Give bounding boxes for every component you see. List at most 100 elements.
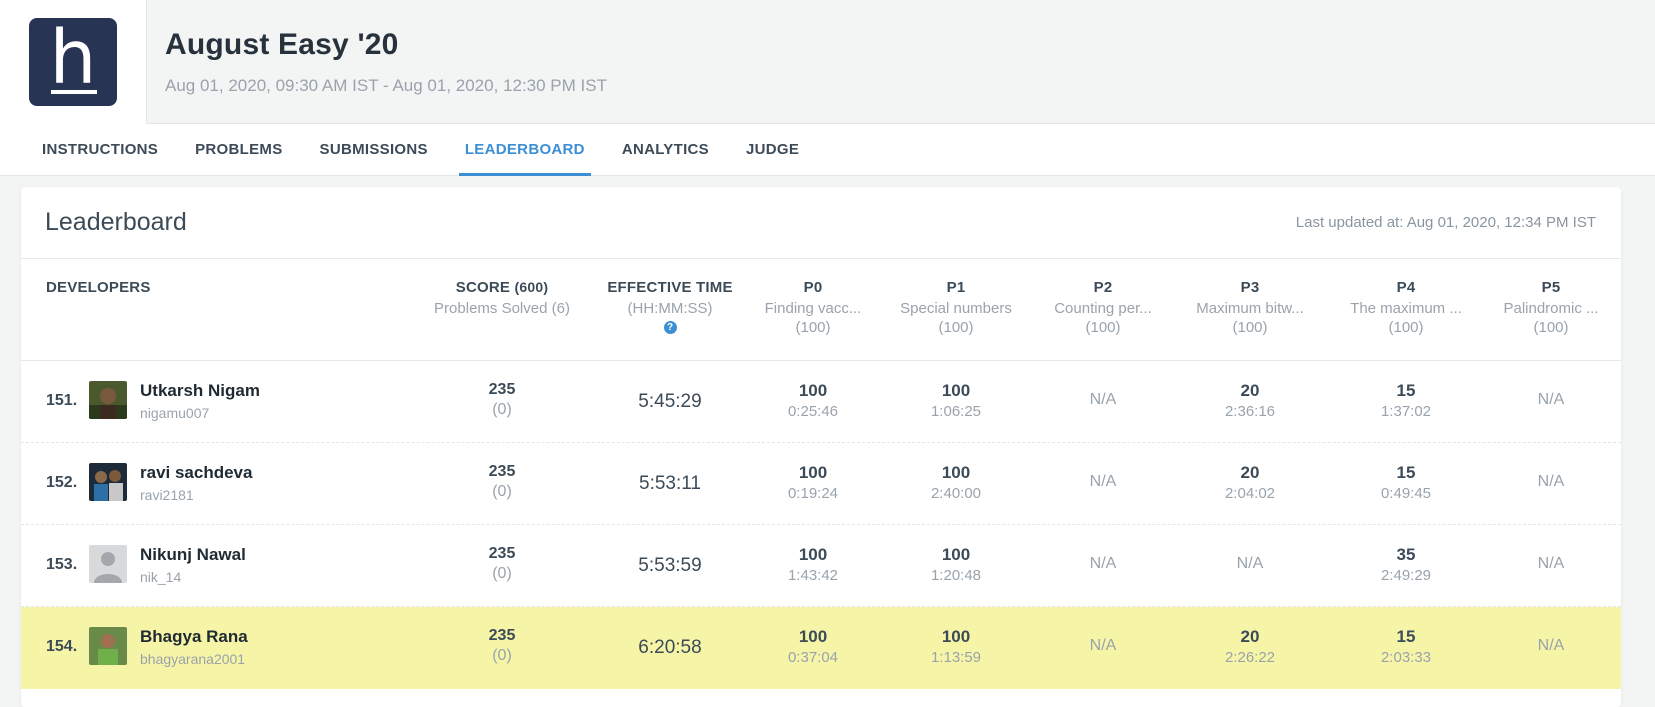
developer-name[interactable]: Nikunj Nawal [140,545,246,565]
problem-cell[interactable]: 100 0:19:24 [733,463,893,502]
header-score-text: SCORE [455,279,511,296]
problem-score: N/A [1089,391,1117,408]
developer-name[interactable]: Utkarsh Nigam [140,381,260,401]
header-score[interactable]: SCORE (600) Problems Solved (6) [422,279,582,317]
problem-time: 2:03:33 [1380,649,1432,666]
problem-cell[interactable]: 100 1:13:59 [876,627,1036,666]
problem-time: 0:25:46 [787,403,839,420]
problem-code: P5 [1541,279,1561,296]
problem-points: (100) [1533,319,1569,336]
problem-score: N/A [1089,555,1117,572]
effective-time-cell: 6:20:58 [590,637,750,659]
header-problems-solved: Problems Solved (6) [434,300,570,317]
header-effective-time[interactable]: EFFECTIVE TIME (HH:MM:SS) ? [590,279,750,335]
leaderboard-rows: 151. Utkarsh Nigam nigamu007 235 (0) 5:45:29 1… [21,361,1621,689]
effective-time-value: 5:45:29 [638,391,702,412]
problem-cell[interactable]: 20 2:26:22 [1170,627,1330,666]
problem-time: 2:26:22 [1224,649,1276,666]
developer-name[interactable]: ravi sachdeva [140,463,252,483]
problem-score: N/A [1089,473,1117,490]
problem-cell[interactable]: 100 2:40:00 [876,463,1036,502]
tab-judge[interactable]: JUDGE [740,124,805,176]
header-problem-p3[interactable]: P3 Maximum bitw... (100) [1170,279,1330,336]
problem-score: 100 [798,627,828,646]
problem-points: (100) [1232,319,1268,336]
problem-cell: N/A [1471,555,1621,573]
tab-analytics[interactable]: ANALYTICS [616,124,715,176]
logo-letter: h [49,15,97,101]
score-value: 235 [488,627,516,644]
problem-cell[interactable]: 15 2:03:33 [1326,627,1486,666]
problem-cell: N/A [1023,473,1183,491]
problem-cell[interactable]: 35 2:49:29 [1326,545,1486,584]
problem-cell: N/A [1023,555,1183,573]
problem-cell[interactable]: 100 1:06:25 [876,381,1036,420]
problem-cell[interactable]: 100 1:43:42 [733,545,893,584]
problems-solved-value: (0) [492,647,512,664]
header-problem-p1[interactable]: P1 Special numbers (100) [876,279,1036,336]
effective-time-cell: 5:53:59 [590,555,750,577]
tab-submissions[interactable]: SUBMISSIONS [314,124,434,176]
problem-score: 20 [1240,463,1260,482]
effective-time-value: 5:53:59 [638,555,702,576]
problem-time: 1:06:25 [930,403,982,420]
last-updated: Last updated at: Aug 01, 2020, 12:34 PM … [1295,214,1596,231]
developer-handle: ravi2181 [140,487,194,503]
header-developers-label: DEVELOPERS [46,279,151,296]
problem-cell: N/A [1471,637,1621,655]
problem-cell[interactable]: 100 0:37:04 [733,627,893,666]
header-problem-p5[interactable]: P5 Palindromic ... (100) [1471,279,1621,336]
tab-instructions[interactable]: INSTRUCTIONS [36,124,164,176]
avatar[interactable] [89,381,127,419]
header-problem-p2[interactable]: P2 Counting per... (100) [1023,279,1183,336]
problem-name: Counting per... [1054,300,1152,317]
score-value: 235 [488,381,516,398]
problem-time: 2:04:02 [1224,485,1276,502]
score-cell: 235 (0) [422,627,582,665]
problem-code: P2 [1093,279,1113,296]
problem-time: 0:19:24 [787,485,839,502]
problem-score: 20 [1240,381,1260,400]
problem-points: (100) [795,319,831,336]
contest-info: August Easy '20 Aug 01, 2020, 09:30 AM I… [147,0,607,123]
help-icon[interactable]: ? [663,321,677,334]
problem-cell[interactable]: 20 2:04:02 [1170,463,1330,502]
problem-time: 2:36:16 [1224,403,1276,420]
leaderboard-card: Leaderboard Last updated at: Aug 01, 202… [21,187,1621,707]
developer-name[interactable]: Bhagya Rana [140,627,248,647]
problem-cell[interactable]: 20 2:36:16 [1170,381,1330,420]
header-developers: DEVELOPERS [46,279,151,296]
contest-dates: Aug 01, 2020, 09:30 AM IST - Aug 01, 202… [165,76,607,95]
effective-time-cell: 5:53:11 [590,473,750,495]
header-problem-p4[interactable]: P4 The maximum ... (100) [1326,279,1486,336]
avatar[interactable] [89,463,127,501]
developer-handle: bhagyarana2001 [140,651,246,667]
hackerearth-logo[interactable]: h [29,15,117,106]
problem-name: Finding vacc... [764,300,862,317]
problem-name: Special numbers [900,300,1012,317]
problem-time: 1:13:59 [930,649,982,666]
avatar[interactable] [89,627,127,665]
problem-cell[interactable]: 100 0:25:46 [733,381,893,420]
logo-container: h [0,0,147,124]
effective-time-value: 5:53:11 [639,473,701,494]
problem-points: (100) [1388,319,1424,336]
problem-cell[interactable]: 100 1:20:48 [876,545,1036,584]
contest-title: August Easy '20 [165,28,399,61]
leaderboard-row: 151. Utkarsh Nigam nigamu007 235 (0) 5:45:29 1… [21,361,1621,443]
problem-score: 100 [798,545,828,564]
header-effective-time-label: EFFECTIVE TIME [607,279,733,296]
problem-cell: N/A [1471,391,1621,409]
header-score-label: SCORE (600) [422,279,582,296]
tab-problems[interactable]: PROBLEMS [189,124,288,176]
leaderboard-row: 153. Nikunj Nawal nik_14 235 (0) 5:53:59 100 1:… [21,525,1621,607]
avatar[interactable] [89,545,127,583]
leaderboard-row: 154. Bhagya Rana bhagyarana2001 235 (0) 6:20:… [21,607,1621,689]
rank-number: 151. [46,392,78,409]
problem-cell[interactable]: 15 1:37:02 [1326,381,1486,420]
contest-tabs: INSTRUCTIONS PROBLEMS SUBMISSIONS LEADER… [0,124,1655,176]
problem-score: 15 [1396,381,1416,400]
tab-leaderboard[interactable]: LEADERBOARD [458,124,591,176]
problem-cell[interactable]: 15 0:49:45 [1326,463,1486,502]
header-problem-p0[interactable]: P0 Finding vacc... (100) [733,279,893,336]
